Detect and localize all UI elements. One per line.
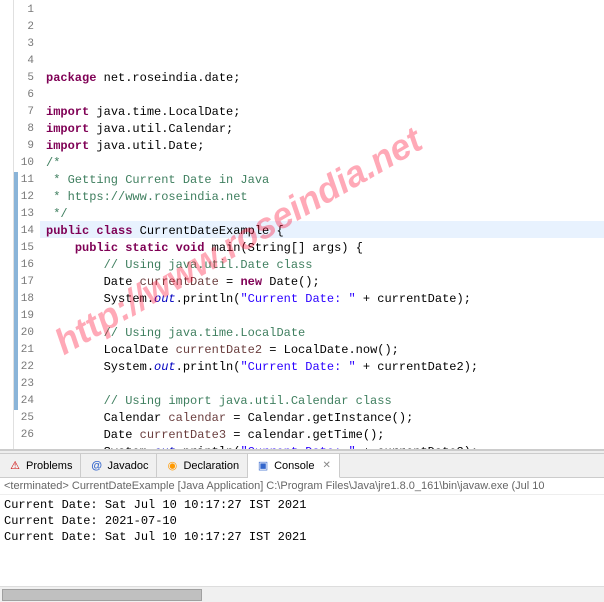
line-number: 1 [14,2,34,19]
change-marker [14,393,18,410]
close-icon[interactable]: ✕ [322,460,330,471]
code-editor[interactable]: 1234567891011121314151617181920212223242… [0,0,604,450]
code-line[interactable] [46,87,604,104]
change-marker [14,291,18,308]
line-number: 10 [14,155,34,172]
tab-javadoc[interactable]: @ Javadoc [81,454,157,477]
change-marker [14,308,18,325]
scroll-thumb[interactable] [2,589,202,601]
tab-label: Declaration [183,460,239,472]
code-line[interactable]: package net.roseindia.date; [46,70,604,87]
change-marker [14,206,18,223]
change-marker [14,342,18,359]
change-marker [14,274,18,291]
code-line[interactable]: Date currentDate3 = calendar.getTime(); [46,427,604,444]
line-number: 6 [14,87,34,104]
console-icon: ▣ [256,459,270,473]
code-line[interactable] [46,376,604,393]
console-header: <terminated> CurrentDateExample [Java Ap… [0,478,604,495]
code-line[interactable]: import java.util.Calendar; [46,121,604,138]
tab-label: Console [274,460,314,472]
code-area[interactable]: package net.roseindia.date; import java.t… [40,0,604,449]
code-line[interactable]: public static void main(String[] args) { [46,240,604,257]
change-marker [14,172,18,189]
code-line[interactable]: import java.util.Date; [46,138,604,155]
line-number: 4 [14,53,34,70]
code-line[interactable]: * Getting Current Date in Java [46,172,604,189]
line-number: 2 [14,19,34,36]
tab-console[interactable]: ▣ Console ✕ [248,454,340,478]
tab-problems[interactable]: ⚠ Problems [0,454,81,477]
change-marker [14,257,18,274]
code-line[interactable]: * https://www.roseindia.net [46,189,604,206]
code-line[interactable] [46,308,604,325]
declaration-icon: ◉ [165,459,179,473]
code-line[interactable]: System.out.println("Current Date: " + cu… [46,359,604,376]
tab-label: Javadoc [107,460,148,472]
line-number: 7 [14,104,34,121]
code-line[interactable]: LocalDate currentDate2 = LocalDate.now()… [46,342,604,359]
line-number: 8 [14,121,34,138]
code-line[interactable]: public class CurrentDateExample { [46,223,604,240]
line-number: 26 [14,427,34,444]
change-marker [14,376,18,393]
code-line[interactable]: import java.time.LocalDate; [46,104,604,121]
code-line[interactable]: // Using java.util.Date class [46,257,604,274]
code-line[interactable]: System.out.println("Current Date: " + cu… [46,291,604,308]
javadoc-icon: @ [89,459,103,473]
line-number: 9 [14,138,34,155]
views-tabbar: ⚠ Problems @ Javadoc ◉ Declaration ▣ Con… [0,454,604,478]
code-line[interactable]: /* [46,155,604,172]
line-number: 3 [14,36,34,53]
code-line[interactable]: Calendar calendar = Calendar.getInstance… [46,410,604,427]
line-number: 5 [14,70,34,87]
tab-declaration[interactable]: ◉ Declaration [157,454,248,477]
tab-label: Problems [26,460,72,472]
code-line[interactable]: // Using import java.util.Calendar class [46,393,604,410]
change-marker [14,240,18,257]
change-marker [14,359,18,376]
change-marker [14,189,18,206]
change-marker [14,325,18,342]
console-output[interactable]: Current Date: Sat Jul 10 10:17:27 IST 20… [0,495,604,547]
code-line[interactable]: */ [46,206,604,223]
bottom-scrollbar-horizontal[interactable] [0,586,604,602]
code-line[interactable]: Date currentDate = new Date(); [46,274,604,291]
line-number: 25 [14,410,34,427]
change-marker [14,223,18,240]
code-line[interactable]: // Using java.time.LocalDate [46,325,604,342]
fold-column [0,0,14,449]
code-line[interactable]: System.out.println("Current Date: " + cu… [46,444,604,449]
problems-icon: ⚠ [8,459,22,473]
